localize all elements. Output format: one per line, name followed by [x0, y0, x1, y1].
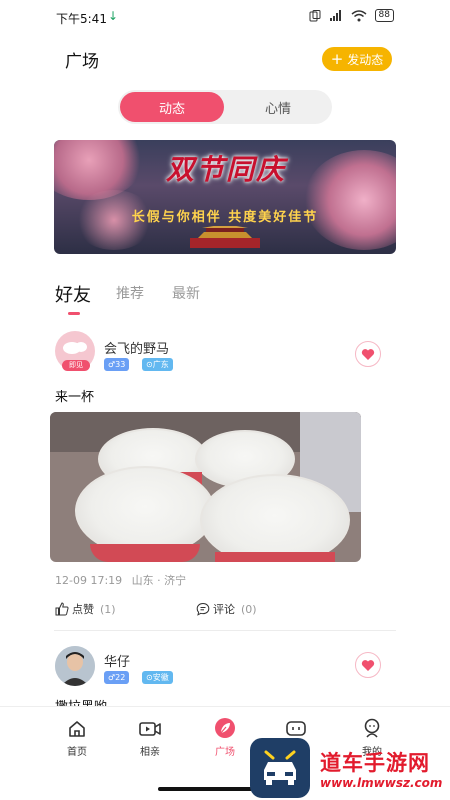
- like-count: (1): [100, 602, 116, 616]
- home-icon: [69, 721, 85, 737]
- thumbs-up-icon: [55, 602, 69, 616]
- battery-icon: 88: [374, 9, 394, 22]
- status-bar: 下午5:41 ↓ 88: [0, 0, 450, 34]
- comment-icon: [196, 602, 210, 616]
- post-photo[interactable]: [50, 412, 361, 562]
- nav-dating-label: 相亲: [140, 747, 160, 758]
- page-title: 广场: [65, 52, 99, 72]
- avatar-badge: 即见: [62, 360, 90, 371]
- sim-icon: [309, 9, 321, 21]
- favorite-button[interactable]: [355, 652, 381, 678]
- avatar[interactable]: [55, 646, 95, 686]
- feed-tab-latest[interactable]: 最新: [172, 283, 200, 303]
- location-pin-icon: ⊙: [146, 360, 153, 369]
- like-label: 点赞: [72, 603, 94, 616]
- comment-label: 评论: [213, 603, 235, 616]
- photo-cup: [75, 466, 215, 556]
- tab-mood[interactable]: 心情: [226, 92, 330, 122]
- wifi-icon: [351, 9, 367, 21]
- profile-icon: [364, 718, 380, 738]
- banner-title: 双节同庆: [166, 153, 287, 186]
- nav-home[interactable]: 首页: [47, 713, 107, 758]
- nav-home-label: 首页: [67, 747, 87, 758]
- plus-icon: +: [330, 49, 344, 68]
- feed-tab-friends[interactable]: 好友: [55, 281, 91, 307]
- watermark-title: 道车手游网: [320, 751, 430, 775]
- heart-icon: [361, 348, 375, 360]
- post-place: 山东 · 济宁: [131, 574, 187, 587]
- car-icon: [264, 750, 296, 785]
- status-icons: 88: [309, 9, 394, 22]
- post-text: 来一杯: [55, 390, 95, 405]
- blossom-decoration: [304, 150, 396, 250]
- location-tag: ⊙安徽: [142, 671, 173, 684]
- avatar-image: [55, 646, 95, 686]
- location-tag-label: 安徽: [152, 673, 169, 682]
- status-time: 下午5:41: [56, 12, 107, 26]
- post-meta: 12-09 17:19 山东 · 济宁: [55, 572, 186, 588]
- photo-cup-band: [90, 544, 200, 562]
- video-icon: [139, 722, 161, 736]
- signal-icon: [329, 9, 341, 21]
- watermark-logo: [250, 738, 310, 798]
- post-username[interactable]: 华仔: [104, 651, 130, 670]
- location-pin-icon: ⊙: [146, 673, 153, 682]
- segment-control: 动态 心情: [118, 90, 332, 124]
- photo-cup: [200, 474, 350, 562]
- location-tag-label: 广东: [152, 360, 169, 369]
- like-button[interactable]: 点赞 (1): [55, 601, 116, 617]
- age-gender-tag: ♂22: [104, 671, 130, 684]
- post-dynamic-label: 发动态: [347, 52, 384, 67]
- tab-dynamic[interactable]: 动态: [120, 92, 224, 122]
- location-tag: ⊙广东: [142, 358, 173, 371]
- photo-cup-band: [215, 552, 335, 562]
- post-dynamic-button[interactable]: + 发动态: [322, 47, 392, 71]
- banner-subtitle: 长假与你相伴 共度美好佳节: [131, 210, 319, 225]
- favorite-button[interactable]: [355, 341, 381, 367]
- tiananmen-icon: [190, 226, 260, 248]
- nav-square[interactable]: 广场: [195, 713, 255, 758]
- post-username[interactable]: 会飞的野马: [104, 338, 169, 357]
- download-icon: ↓: [108, 9, 119, 23]
- nav-dating[interactable]: 相亲: [120, 713, 180, 758]
- post-divider: [54, 630, 396, 631]
- post-time: 12-09 17:19: [55, 574, 123, 587]
- promo-banner[interactable]: 双节同庆 长假与你相伴 共度美好佳节: [54, 140, 396, 254]
- feed-tab-indicator: [68, 312, 80, 315]
- chat-icon: [286, 721, 306, 736]
- feed-tab-recommend[interactable]: 推荐: [116, 283, 144, 303]
- heart-icon: [361, 659, 375, 671]
- watermark-url: www.lmwwsz.com: [320, 776, 443, 790]
- comment-button[interactable]: 评论 (0): [196, 601, 257, 617]
- feather-icon: [215, 718, 235, 738]
- comment-count: (0): [241, 602, 257, 616]
- age-gender-tag: ♂33: [104, 358, 130, 371]
- nav-square-label: 广场: [215, 747, 235, 758]
